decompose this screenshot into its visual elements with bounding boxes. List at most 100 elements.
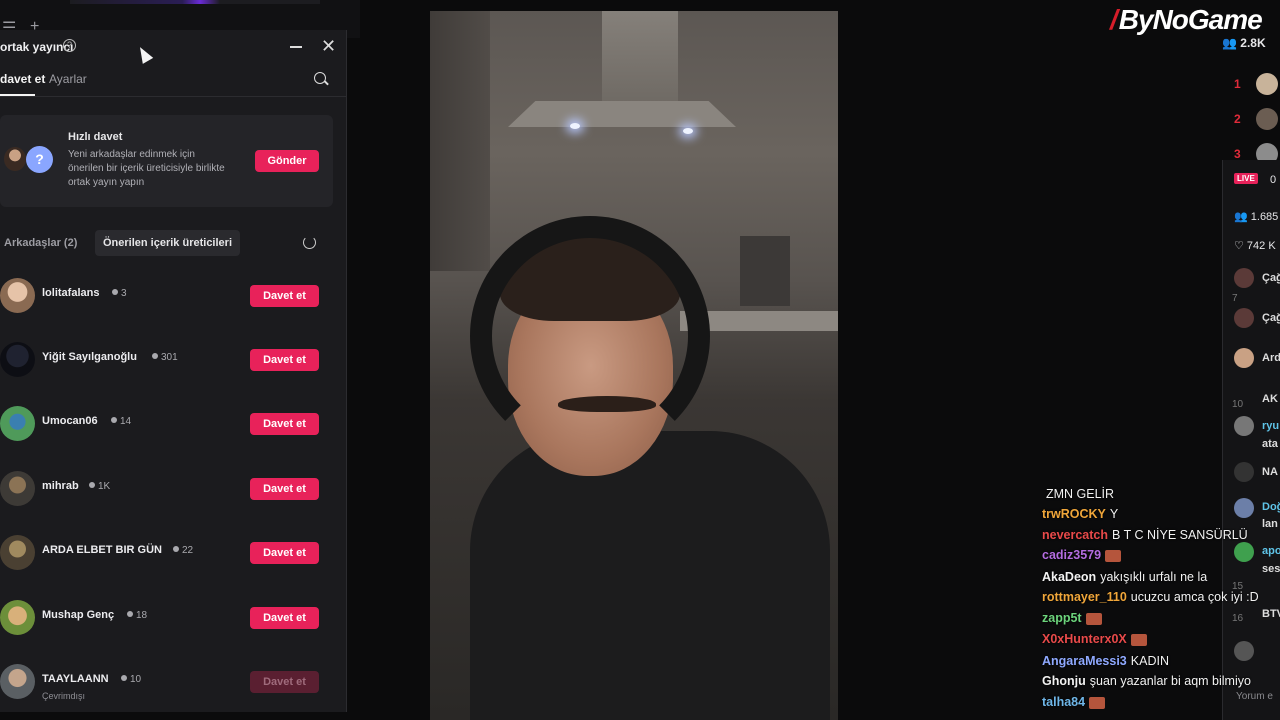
invite-button[interactable]: Davet et <box>250 413 319 435</box>
chat-user: rottmayer_110 <box>1042 590 1127 604</box>
side-user: Ard <box>1262 352 1280 364</box>
avatar <box>4 147 26 171</box>
progress-strip <box>70 0 320 4</box>
creator-name: Mushap Genç <box>42 609 115 621</box>
creator-name: lolitafalans <box>42 287 100 299</box>
avatar <box>0 664 35 699</box>
question-avatar-icon: ? <box>26 146 53 173</box>
refresh-icon[interactable] <box>303 236 316 249</box>
chat-message: zapp5t <box>1042 611 1102 625</box>
chat-user: AkaDeon <box>1042 570 1097 584</box>
side-user: NA <box>1262 466 1278 478</box>
side-user: ses <box>1262 563 1280 575</box>
streamer-body <box>470 431 830 720</box>
background-hood <box>602 11 678 103</box>
avatar[interactable] <box>1256 73 1278 95</box>
chat-text: yakışıklı urfalı ne la <box>1100 570 1208 584</box>
creator-name: mihrab <box>42 480 79 492</box>
side-user: BTV <box>1262 608 1280 620</box>
chat-user: trwROCKY <box>1042 507 1106 521</box>
tab-settings[interactable]: Ayarlar <box>49 72 87 86</box>
rank-number: 2 <box>1234 112 1241 126</box>
gear-icon <box>1234 416 1254 436</box>
chat-user: AngaraMessi3 <box>1042 654 1127 668</box>
brand-logo: /ByNoGame <box>1110 4 1263 35</box>
invite-button[interactable]: Davet et <box>250 478 319 500</box>
follower-count: 1K <box>89 481 110 492</box>
follower-count-value: 301 <box>161 352 178 363</box>
person-icon <box>173 546 179 552</box>
follower-count-value: 22 <box>182 545 194 556</box>
side-viewers: 👥 1.685 <box>1234 210 1278 223</box>
chat-message: cadiz3579 <box>1042 548 1122 562</box>
rank-number: 1 <box>1234 77 1241 91</box>
side-user: ryu <box>1262 420 1280 432</box>
viewer-count-value: 2.8K <box>1240 36 1266 50</box>
avatar <box>0 406 35 441</box>
chat-text: ucuzcu amca çok iyi :D <box>1130 590 1259 604</box>
search-icon[interactable] <box>314 72 326 84</box>
side-user: Çağ <box>1262 312 1280 324</box>
creator-name: TAAYLAANN <box>42 673 109 685</box>
chat-text: KADIN <box>1130 654 1169 668</box>
list-item: lolitafalans 3 Davet et <box>0 270 333 320</box>
avatar <box>0 278 35 313</box>
list-item: Mushap Genç 18 Davet et <box>0 592 333 642</box>
emote-icon <box>1085 612 1102 625</box>
side-rank: 7 <box>1232 293 1238 304</box>
minimize-button[interactable] <box>290 46 302 48</box>
people-icon: 👥 <box>1222 36 1241 50</box>
side-likes-value: 742 K <box>1246 240 1276 252</box>
side-user: lan <box>1262 518 1278 530</box>
chat-message: AkaDeon yakışıklı urfalı ne la <box>1042 570 1207 584</box>
webcam-video <box>430 11 838 720</box>
creator-name: ARDA ELBET BIR GÜN <box>42 544 162 556</box>
mouse-cursor-icon <box>134 44 154 64</box>
side-rank: 16 <box>1232 613 1244 624</box>
live-badge: LIVE <box>1234 173 1258 184</box>
follower-count: 10 <box>121 674 141 685</box>
comment-input[interactable]: Yorum e <box>1236 691 1273 702</box>
invite-button[interactable]: Davet et <box>250 542 319 564</box>
close-button[interactable]: ✕ <box>321 36 336 56</box>
chat-user: X0xHunterx0X <box>1042 632 1127 646</box>
person-icon <box>121 675 127 681</box>
quick-invite-title: Hızlı davet <box>68 131 123 143</box>
ceiling-light <box>570 123 580 129</box>
people-icon: 👥 <box>1234 211 1251 223</box>
avatar <box>0 600 35 635</box>
follower-count-value: 14 <box>120 416 132 427</box>
avatar[interactable] <box>1256 108 1278 130</box>
tab-suggested-creators[interactable]: Önerilen içerik üreticileri <box>95 230 241 256</box>
chat-user: nevercatch <box>1042 528 1109 542</box>
help-icon[interactable]: ? <box>63 39 76 52</box>
share-icon[interactable] <box>1234 462 1254 482</box>
send-button[interactable]: Gönder <box>255 150 319 172</box>
chat-text: şuan yazanlar bi aqm bilmiyo <box>1089 674 1251 688</box>
tab-friends[interactable]: Arkadaşlar (2) <box>4 237 77 249</box>
follower-count-value: 10 <box>130 674 142 685</box>
person-icon <box>112 289 118 295</box>
avatar <box>1234 641 1254 661</box>
chat-user: zapp5t <box>1042 611 1082 625</box>
heart-icon: ♡ <box>1234 240 1247 252</box>
streamer-mustache <box>558 396 656 412</box>
invite-button[interactable]: Davet et <box>250 607 319 629</box>
avatar <box>1234 268 1254 288</box>
chat-text: Y <box>1109 507 1119 521</box>
side-likes: ♡ 742 K <box>1234 239 1276 252</box>
invite-button[interactable]: Davet et <box>250 285 319 307</box>
tab-invite[interactable]: davet et <box>0 72 45 86</box>
avatar <box>0 342 35 377</box>
chat-message: AngaraMessi3 KADIN <box>1042 654 1169 668</box>
side-user: ata <box>1262 438 1278 450</box>
chat-message: Ghonju şuan yazanlar bi aqm bilmiyo <box>1042 674 1251 688</box>
side-user: AK <box>1262 393 1278 405</box>
brand-name: ByNoGame <box>1118 4 1263 35</box>
emote-icon <box>1105 549 1122 562</box>
invite-button[interactable]: Davet et <box>250 349 319 371</box>
list-item: Umocan06 14 Davet et <box>0 398 333 448</box>
creator-name: Umocan06 <box>42 415 98 427</box>
rank-number: 3 <box>1234 147 1241 161</box>
creator-name: Yiğit Sayılganoğlu <box>42 351 137 363</box>
